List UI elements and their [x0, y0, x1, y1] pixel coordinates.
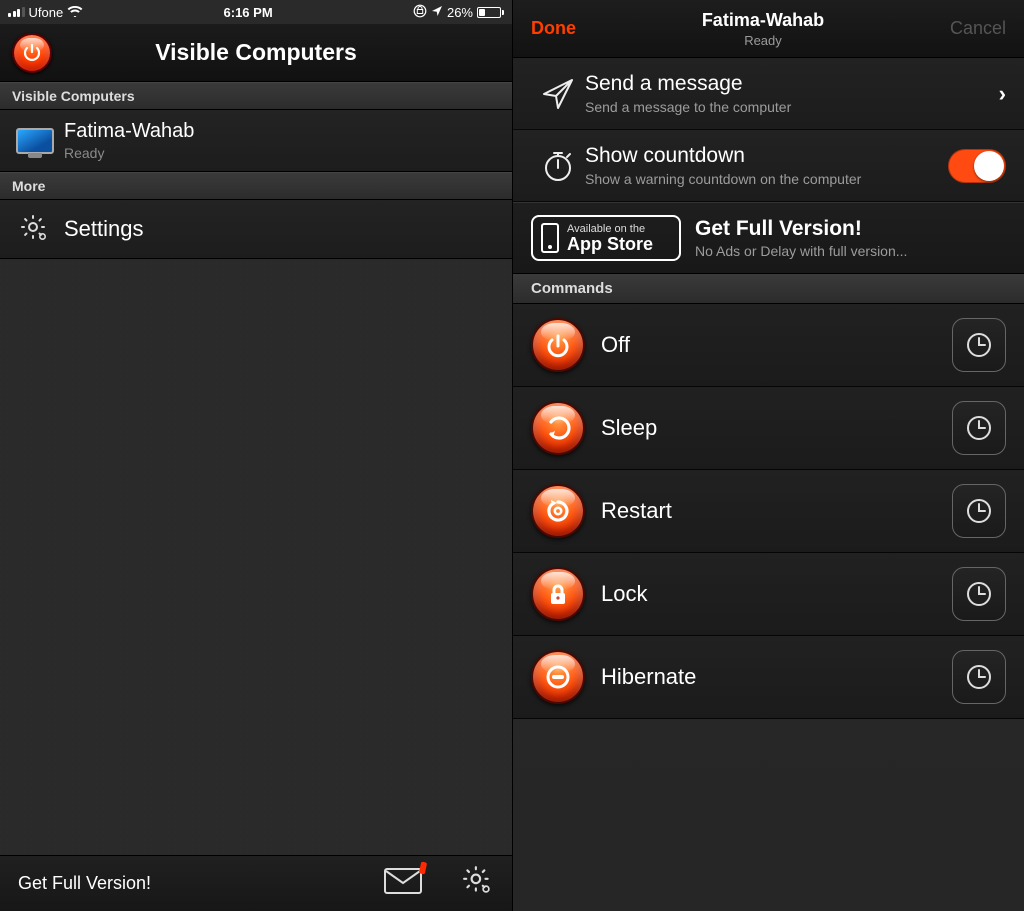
battery-icon: [477, 7, 504, 18]
schedule-button[interactable]: [952, 650, 1006, 704]
clock-icon: [965, 497, 993, 525]
power-orb-icon: [531, 318, 585, 372]
countdown-title: Show countdown: [585, 144, 936, 168]
signal-bars-icon: [8, 7, 25, 17]
countdown-sub: Show a warning countdown on the computer: [585, 171, 936, 187]
status-bar: Ufone 6:16 PM 26%: [0, 0, 512, 24]
location-icon: [431, 5, 443, 20]
clock-icon: [965, 331, 993, 359]
command-label: Hibernate: [601, 664, 952, 690]
schedule-button[interactable]: [952, 567, 1006, 621]
send-message-row[interactable]: Send a message Send a message to the com…: [513, 58, 1024, 130]
send-message-sub: Send a message to the computer: [585, 99, 936, 115]
get-full-version-link[interactable]: Get Full Version!: [18, 873, 151, 894]
command-label: Restart: [601, 498, 952, 524]
settings-label: Settings: [64, 216, 144, 242]
gfv-sub: No Ads or Delay with full version...: [695, 243, 907, 259]
detail-title: Fatima-Wahab: [576, 10, 950, 31]
commands-list: Off Sleep Restart Lock Hibernate: [513, 304, 1024, 719]
clock-label: 6:16 PM: [224, 5, 273, 20]
computer-row[interactable]: Fatima-Wahab Ready: [0, 110, 512, 172]
clock-icon: [965, 414, 993, 442]
command-label: Lock: [601, 581, 952, 607]
get-full-version-row[interactable]: Available on the App Store Get Full Vers…: [513, 202, 1024, 274]
phone-icon: [541, 223, 559, 253]
lock-orb-icon: [531, 567, 585, 621]
send-message-title: Send a message: [585, 72, 936, 96]
settings-row[interactable]: Settings: [0, 200, 512, 259]
chevron-right-icon: ›: [999, 81, 1006, 107]
envelope-icon: [384, 868, 422, 894]
paper-plane-icon: [540, 76, 576, 112]
hibernate-orb-icon: [531, 650, 585, 704]
show-countdown-row: Show countdown Show a warning countdown …: [513, 130, 1024, 202]
restart-orb-icon: [531, 484, 585, 538]
app-store-badge: Available on the App Store: [531, 215, 681, 261]
gear-icon: [20, 214, 50, 244]
gfv-title: Get Full Version!: [695, 217, 907, 241]
wifi-icon: [67, 5, 83, 20]
orientation-lock-icon: [413, 4, 427, 21]
computer-status: Ready: [64, 145, 498, 161]
notification-badge-icon: [419, 862, 427, 875]
command-label: Sleep: [601, 415, 952, 441]
stopwatch-icon: [540, 148, 576, 184]
left-pane: Ufone 6:16 PM 26%: [0, 0, 512, 911]
carrier-label: Ufone: [29, 5, 64, 20]
section-header-computers: Visible Computers: [0, 82, 512, 110]
computer-name: Fatima-Wahab: [64, 120, 498, 143]
nav-bar: Visible Computers: [0, 24, 512, 82]
commands-header: Commands: [513, 274, 1024, 304]
command-row-off[interactable]: Off: [513, 304, 1024, 387]
command-row-restart[interactable]: Restart: [513, 470, 1024, 553]
page-title: Visible Computers: [155, 39, 357, 66]
battery-pct: 26%: [447, 5, 473, 20]
command-row-lock[interactable]: Lock: [513, 553, 1024, 636]
sleep-orb-icon: [531, 401, 585, 455]
schedule-button[interactable]: [952, 318, 1006, 372]
clock-icon: [965, 663, 993, 691]
schedule-button[interactable]: [952, 484, 1006, 538]
gear-icon: [462, 865, 494, 897]
cancel-button[interactable]: Cancel: [950, 18, 1006, 39]
settings-button[interactable]: [462, 865, 494, 902]
schedule-button[interactable]: [952, 401, 1006, 455]
section-header-more: More: [0, 172, 512, 200]
monitor-icon: [16, 128, 54, 154]
detail-subtitle: Ready: [576, 33, 950, 48]
countdown-toggle[interactable]: [948, 149, 1006, 183]
detail-nav-bar: Done Fatima-Wahab Ready Cancel: [513, 0, 1024, 58]
right-pane: Done Fatima-Wahab Ready Cancel Send a me…: [512, 0, 1024, 911]
command-row-hibernate[interactable]: Hibernate: [513, 636, 1024, 719]
mail-button[interactable]: [384, 868, 422, 899]
bottom-toolbar: Get Full Version!: [0, 855, 512, 911]
appstore-line2: App Store: [567, 235, 653, 253]
clock-icon: [965, 580, 993, 608]
done-button[interactable]: Done: [531, 18, 576, 39]
command-label: Off: [601, 332, 952, 358]
command-row-sleep[interactable]: Sleep: [513, 387, 1024, 470]
app-power-button[interactable]: [12, 33, 52, 73]
